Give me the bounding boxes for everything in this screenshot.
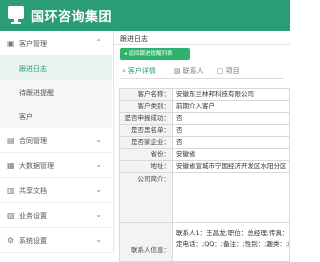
contact-info-line: 联系人1：王昌龙;职位：总经理;传真：;手 [176, 229, 290, 237]
back-to-reminder-list-button[interactable]: ◂ 返回跟进提醒列表 [120, 48, 190, 60]
back-button-label: 返回跟进提醒列表 [128, 51, 173, 57]
tab-label: 联系人 [182, 67, 204, 75]
tab-label: 客户详情 [127, 67, 156, 75]
field-label: 客户名称： [120, 89, 173, 100]
sidebar-subitem-follow-log[interactable]: 跟进日志 [0, 56, 112, 80]
chevron-up-icon: ⌃ [95, 38, 102, 47]
field-value: 安徽省宣城市宁国经济开发区水阳分区 [176, 162, 287, 170]
chevron-down-icon: ⌄ [95, 185, 102, 194]
field-label: 是否申报成功： [120, 113, 173, 124]
sidebar-item-label: 客户管理 [19, 40, 47, 48]
search-icon: ⌕ [122, 67, 126, 75]
field-label: 是否家企业： [120, 137, 173, 148]
project-icon: ▢ [217, 67, 224, 75]
chart-icon: ▦ [7, 161, 15, 170]
sidebar: ▣ 客户管理 ⌃ 跟进日志 待跟进提醒 客户 ▤ 合同管理 ⌄ ▦ 大数据管理 … [0, 31, 114, 254]
field-value: 否 [176, 138, 183, 146]
sidebar-subitem-label: 跟进日志 [19, 65, 47, 73]
field-label: 是否黑名单： [120, 125, 173, 136]
sidebar-subitem-label: 客户 [19, 113, 33, 121]
tab-contacts[interactable]: ▤ 联系人 [174, 66, 204, 76]
contact-info-line: 定电话：;QQ：;备注：;性别：;趣类：;邮 [176, 240, 290, 248]
sidebar-subitem-customer[interactable]: 客户 [0, 104, 112, 128]
field-row-contact-info: 联系人信息： 联系人1：王昌龙;职位：总经理;传真：;手 定电话：;QQ：;备注… [119, 222, 290, 262]
sidebar-item-system-settings[interactable]: ⚙ 系统设置 ⌄ [0, 228, 112, 253]
sidebar-item-customer-management[interactable]: ▣ 客户管理 ⌃ [0, 31, 112, 56]
field-label: 省份： [120, 149, 173, 160]
chevron-down-icon: ⌄ [95, 160, 102, 169]
field-value: 否 [176, 114, 183, 122]
field-value-lines: 联系人1：王昌龙;职位：总经理;传真：;手 定电话：;QQ：;备注：;性别：;趣… [176, 228, 290, 250]
sidebar-subitem-label: 待跟进提醒 [19, 89, 54, 97]
sidebar-item-contract-management[interactable]: ▤ 合同管理 ⌄ [0, 128, 112, 153]
field-label: 客户类别： [120, 101, 173, 112]
chevron-down-icon: ⌄ [95, 235, 102, 244]
field-row-company-intro: 公司简介： [119, 172, 290, 223]
chevron-down-icon: ⌄ [95, 210, 102, 219]
tab-label: 项目 [225, 67, 240, 75]
monitor-stand [11, 22, 21, 24]
sidebar-subitem-follow-reminder[interactable]: 待跟进提醒 [0, 80, 112, 104]
monitor-logo-icon [8, 6, 24, 22]
sidebar-item-label: 共享文档 [19, 187, 47, 195]
field-label: 公司简介： [120, 173, 173, 222]
app-title: 国环咨询集团 [31, 10, 113, 25]
main-content: 跟进日志 ◂ 返回跟进提醒列表 ⌕ 客户详情 ▤ 联系人 ▢ 项目 客户名称： 安徽东… [114, 31, 290, 262]
field-label: 地址： [120, 161, 173, 172]
tab-customer-details[interactable]: ⌕ 客户详情 [122, 66, 156, 76]
user-icon: ▣ [7, 39, 15, 48]
field-value: 安徽东兰林邦科技有限公司 [176, 90, 254, 98]
folder-icon: ▥ [7, 186, 15, 195]
field-value: 否 [176, 126, 183, 134]
field-label: 联系人信息： [120, 223, 173, 261]
field-value: 前期介入客户 [176, 102, 215, 110]
sidebar-item-label: 业务设置 [19, 212, 47, 220]
contacts-icon: ▤ [174, 67, 181, 75]
divider [114, 44, 290, 45]
settings-icon: ▧ [7, 211, 15, 220]
sidebar-item-label: 合同管理 [19, 137, 47, 145]
sidebar-item-label: 大数据管理 [19, 162, 54, 170]
detail-tabs: ⌕ 客户详情 ▤ 联系人 ▢ 项目 [120, 64, 284, 79]
sidebar-item-big-data-management[interactable]: ▦ 大数据管理 ⌄ [0, 153, 112, 178]
top-header: 国环咨询集团 [0, 0, 290, 31]
gear-icon: ⚙ [7, 236, 15, 245]
sidebar-item-shared-documents[interactable]: ▥ 共享文档 ⌄ [0, 178, 112, 203]
sidebar-item-business-settings[interactable]: ▧ 业务设置 ⌄ [0, 203, 112, 228]
sidebar-item-label: 系统设置 [19, 237, 47, 245]
tab-projects[interactable]: ▢ 项目 [217, 66, 240, 76]
chevron-down-icon: ⌄ [95, 135, 102, 144]
field-value: 安徽省 [176, 150, 196, 158]
document-icon: ▤ [7, 136, 15, 145]
page-title: 跟进日志 [120, 35, 148, 43]
